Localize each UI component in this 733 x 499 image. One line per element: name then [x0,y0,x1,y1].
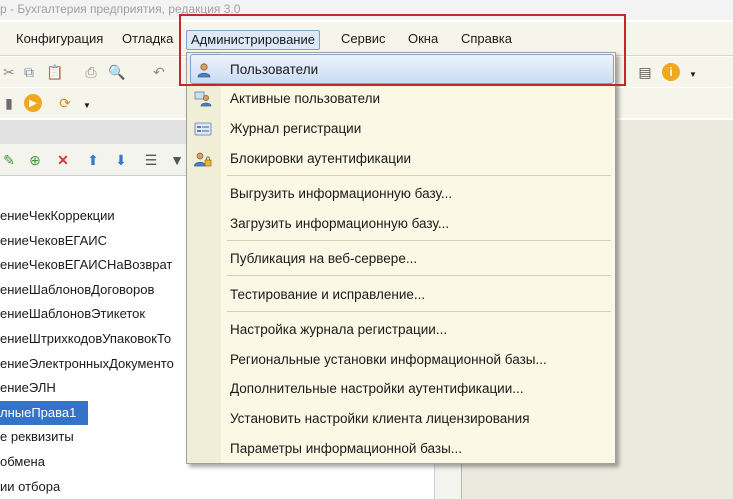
menu-separator [227,311,611,312]
menu-item-label: Региональные установки информационной ба… [230,352,547,367]
cut-icon[interactable]: ✂ [0,63,18,81]
menu-item-event-log[interactable]: Журнал регистрации [187,114,615,144]
menu-separator [227,240,611,241]
lock-users-icon [193,150,213,168]
copy-icon[interactable]: ⧉ [20,63,38,81]
debug-icon[interactable]: ⟳ [56,94,74,112]
print-icon[interactable]: ⎙ [82,63,100,81]
menu-item-label: Активные пользователи [230,91,381,106]
tree-row-selected[interactable]: лныеПрава1 [0,400,88,426]
module-icon[interactable]: ▮ [0,94,18,112]
menu-item-label: Публикация на веб-сервере... [230,251,418,266]
active-users-icon [193,90,213,108]
menu-item-label: Тестирование и исправление... [230,287,426,302]
menu-item-log-settings[interactable]: Настройка журнала регистрации... [187,315,615,345]
menu-separator [227,175,611,176]
chevron-down-icon[interactable]: ▼ [684,65,702,83]
menu-debug[interactable]: Отладка [118,30,177,50]
menu-item-auth-locks[interactable]: Блокировки аутентификации [187,144,615,174]
menu-item-auth-settings[interactable]: Дополнительные настройки аутентификации.… [187,374,615,404]
administration-dropdown-menu: Пользователи Активные пользователи Журна… [186,52,616,464]
filter-icon[interactable]: ▼ [168,151,186,169]
menu-item-label: Параметры информационной базы... [230,441,463,456]
menu-separator [227,275,611,276]
move-down-icon[interactable]: ⬇ [112,151,130,169]
menu-item-license-client-settings[interactable]: Установить настройки клиента лицензирова… [187,404,615,434]
log-icon [193,120,213,138]
menu-item-infobase-parameters[interactable]: Параметры информационной базы... [187,434,615,464]
menu-item-label: Журнал регистрации [230,121,362,136]
annotation-highlight-box [179,14,626,86]
menu-item-label: Загрузить информационную базу... [230,216,450,231]
menu-item-export-infobase[interactable]: Выгрузить информационную базу... [187,179,615,209]
sort-icon[interactable]: ☰ [142,151,160,169]
paste-icon[interactable]: 📋 [46,63,64,81]
menu-item-label: Выгрузить информационную базу... [230,186,453,201]
edit-icon[interactable]: ✎ [0,151,18,169]
chevron-down-icon[interactable]: ▼ [78,96,96,114]
menu-item-label: Установить настройки клиента лицензирова… [230,411,530,426]
menu-configuration[interactable]: Конфигурация [12,30,107,50]
info-icon[interactable]: i [662,63,680,81]
sheet-icon[interactable]: ▤ [636,63,654,81]
menu-item-web-publication[interactable]: Публикация на веб-сервере... [187,244,615,274]
menu-item-label: Блокировки аутентификации [230,151,412,166]
undo-icon[interactable]: ↶ [150,63,168,81]
menu-item-test-and-repair[interactable]: Тестирование и исправление... [187,280,615,310]
move-up-icon[interactable]: ⬆ [84,151,102,169]
tree-row[interactable]: ии отбора [0,475,434,499]
menu-item-label: Настройка журнала регистрации... [230,322,448,337]
menu-item-label: Дополнительные настройки аутентификации.… [230,381,524,396]
preview-icon[interactable]: 🔍 [108,63,126,81]
menu-item-regional-settings[interactable]: Региональные установки информационной ба… [187,345,615,375]
delete-icon[interactable]: ✕ [54,151,72,169]
menu-item-import-infobase[interactable]: Загрузить информационную базу... [187,209,615,239]
add-icon[interactable]: ⊕ [26,151,44,169]
run-icon[interactable]: ▶ [24,94,42,112]
menu-item-active-users[interactable]: Активные пользователи [187,84,615,114]
